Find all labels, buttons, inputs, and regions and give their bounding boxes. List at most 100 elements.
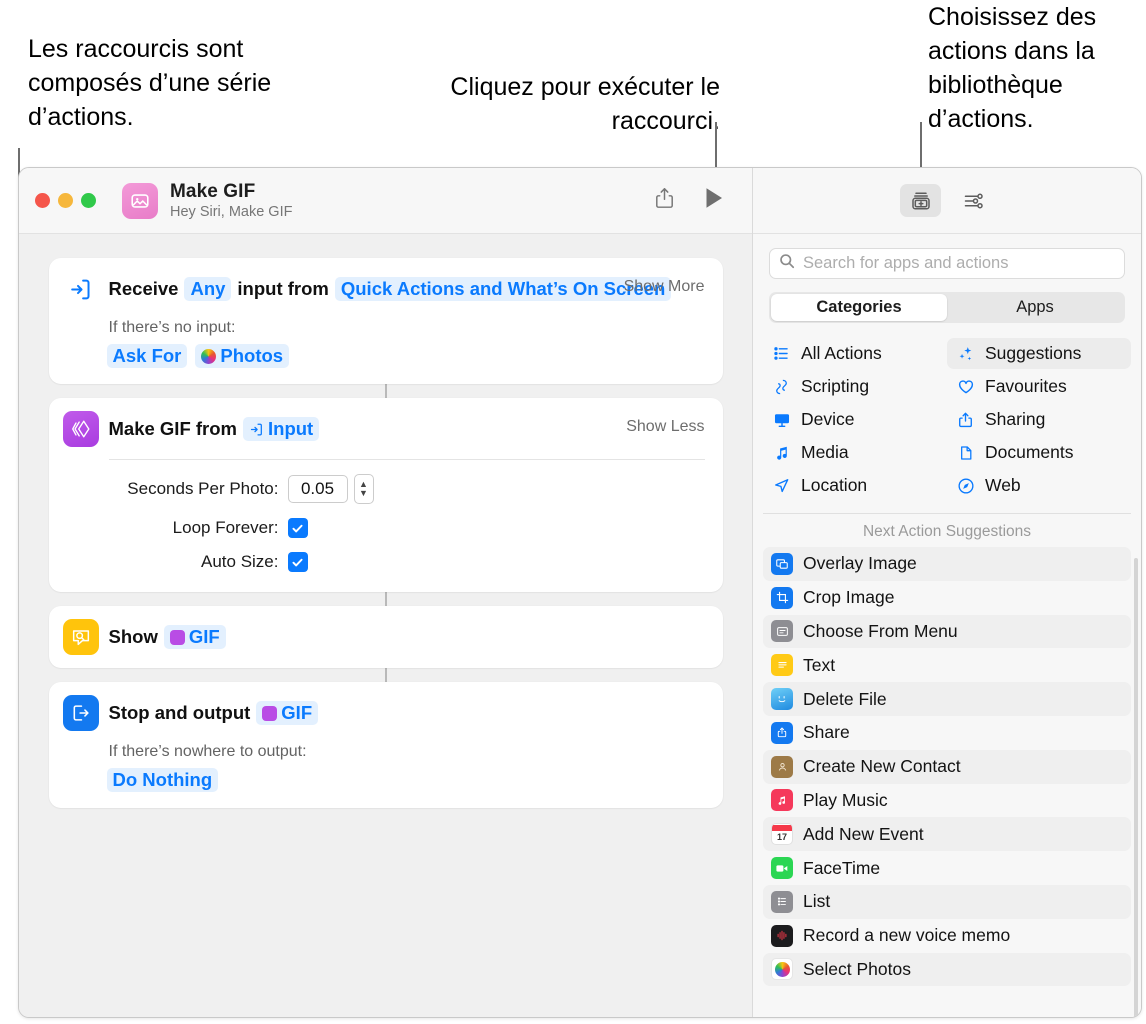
category-location[interactable]: Location <box>763 470 947 501</box>
no-input-row: Ask For Photos <box>107 344 723 384</box>
photos-icon <box>771 958 793 980</box>
list-icon <box>771 891 793 913</box>
action-library-button[interactable] <box>900 184 941 217</box>
suggestion-label: Text <box>803 655 835 676</box>
receive-label: Receive <box>109 278 179 300</box>
shortcut-app-icon <box>122 183 158 219</box>
sliders-icon <box>962 189 986 213</box>
list-item-list[interactable]: List <box>763 885 1131 919</box>
zoom-button[interactable] <box>81 193 96 208</box>
tab-categories[interactable]: Categories <box>771 294 947 321</box>
input-icon <box>249 422 264 437</box>
minimize-button[interactable] <box>58 193 73 208</box>
share-icon <box>955 411 976 429</box>
show-result-icon <box>63 619 99 655</box>
show-more-toggle[interactable]: Show More <box>624 278 705 296</box>
category-web[interactable]: Web <box>947 470 1131 501</box>
category-all-actions[interactable]: All Actions <box>763 338 947 369</box>
auto-size-label: Auto Size: <box>109 552 279 572</box>
suggestion-label: Share <box>803 722 850 743</box>
loop-forever-checkbox[interactable] <box>288 518 308 538</box>
search-box[interactable] <box>769 248 1125 279</box>
sparkles-icon <box>955 345 976 363</box>
photos-flower <box>775 962 790 977</box>
category-documents[interactable]: Documents <box>947 437 1131 468</box>
seconds-per-photo-input[interactable]: 0.05 <box>288 475 348 503</box>
suggestion-label: Crop Image <box>803 587 894 608</box>
text-icon <box>771 654 793 676</box>
search-input[interactable] <box>803 254 1115 273</box>
category-media[interactable]: Media <box>763 437 947 468</box>
next-action-suggestions-header: Next Action Suggestions <box>753 514 1141 547</box>
input-from-label: input from <box>237 278 328 300</box>
shortcut-details-button[interactable] <box>953 184 994 217</box>
library-scrollbar[interactable] <box>1134 558 1138 1018</box>
input-type-token[interactable]: Any <box>184 277 231 301</box>
category-scripting[interactable]: Scripting <box>763 371 947 402</box>
list-item-select-photos[interactable]: Select Photos <box>763 953 1131 987</box>
voice-memos-icon <box>771 925 793 947</box>
list-item-delete-file[interactable]: Delete File <box>763 682 1131 716</box>
make-gif-icon <box>63 411 99 447</box>
suggestion-label: Play Music <box>803 790 888 811</box>
add-action-icon <box>909 189 933 213</box>
share-button[interactable] <box>646 184 682 218</box>
suggestion-label: Record a new voice memo <box>803 925 1010 946</box>
list-item-choose-from-menu[interactable]: Choose From Menu <box>763 615 1131 649</box>
category-sharing[interactable]: Sharing <box>947 404 1131 435</box>
seconds-per-photo-label: Seconds Per Photo: <box>109 479 279 499</box>
list-item-facetime[interactable]: FaceTime <box>763 851 1131 885</box>
show-gif-token-label: GIF <box>189 626 220 648</box>
list-item-create-new-contact[interactable]: Create New Contact <box>763 750 1131 784</box>
library-toolbar <box>753 168 1141 234</box>
action-card-stop-output[interactable]: Stop and output GIF If there’s nowhere t… <box>49 682 723 808</box>
stepper-down-icon[interactable]: ▼ <box>359 489 368 498</box>
gif-input-token[interactable]: Input <box>243 417 319 441</box>
seconds-per-photo-stepper[interactable]: ▲ ▼ <box>354 474 374 504</box>
stop-output-label: Stop and output <box>109 702 251 724</box>
parameter-divider <box>109 459 705 460</box>
menu-icon <box>771 620 793 642</box>
play-icon <box>705 187 724 214</box>
siri-phrase: Hey Siri, Make GIF <box>170 204 292 220</box>
list-item-record-voice-memo[interactable]: Record a new voice memo <box>763 919 1131 953</box>
list-item-crop-image[interactable]: Crop Image <box>763 581 1131 615</box>
show-gif-token[interactable]: GIF <box>164 625 226 649</box>
ask-for-token[interactable]: Ask For <box>107 344 188 368</box>
photos-token[interactable]: Photos <box>195 344 289 368</box>
gif-input-token-label: Input <box>268 418 313 440</box>
category-favourites[interactable]: Favourites <box>947 371 1131 402</box>
calendar-icon: 17 <box>771 823 793 845</box>
document-icon <box>955 444 976 462</box>
action-card-make-gif[interactable]: Make GIF from Input Show Less <box>49 398 723 592</box>
run-button[interactable] <box>696 184 732 218</box>
tab-apps[interactable]: Apps <box>947 294 1123 321</box>
list-item-add-new-event[interactable]: 17 Add New Event <box>763 817 1131 851</box>
show-less-toggle[interactable]: Show Less <box>626 418 704 436</box>
close-button[interactable] <box>35 193 50 208</box>
library-segmented-control[interactable]: Categories Apps <box>769 292 1125 323</box>
category-device[interactable]: Device <box>763 404 947 435</box>
category-suggestions[interactable]: Suggestions <box>947 338 1131 369</box>
no-input-label: If there’s no input: <box>109 319 723 337</box>
input-source-token[interactable]: Quick Actions and What’s On Screen <box>335 277 672 301</box>
action-header: Stop and output GIF <box>49 682 723 731</box>
calendar-icon-day: 17 <box>777 831 787 844</box>
traffic-lights <box>35 193 96 208</box>
suggestions-list: Overlay Image Crop Image Choose From Men… <box>753 547 1141 992</box>
crop-image-icon <box>771 587 793 609</box>
gif-variable-icon <box>170 630 185 645</box>
photos-token-label: Photos <box>220 345 283 367</box>
list-item-share[interactable]: Share <box>763 716 1131 750</box>
list-item-text[interactable]: Text <box>763 648 1131 682</box>
list-item-play-music[interactable]: Play Music <box>763 784 1131 818</box>
list-item-overlay-image[interactable]: Overlay Image <box>763 547 1131 581</box>
action-card-show[interactable]: Show GIF <box>49 606 723 668</box>
output-gif-token[interactable]: GIF <box>256 701 318 725</box>
shortcut-editor-pane: Make GIF Hey Siri, Make GIF <box>19 168 753 1017</box>
do-nothing-token[interactable]: Do Nothing <box>107 768 219 792</box>
nowhere-to-output-label: If there’s nowhere to output: <box>109 743 723 761</box>
music-icon <box>771 789 793 811</box>
action-card-receive-input[interactable]: Receive Any input from Quick Actions and… <box>49 258 723 384</box>
auto-size-checkbox[interactable] <box>288 552 308 572</box>
